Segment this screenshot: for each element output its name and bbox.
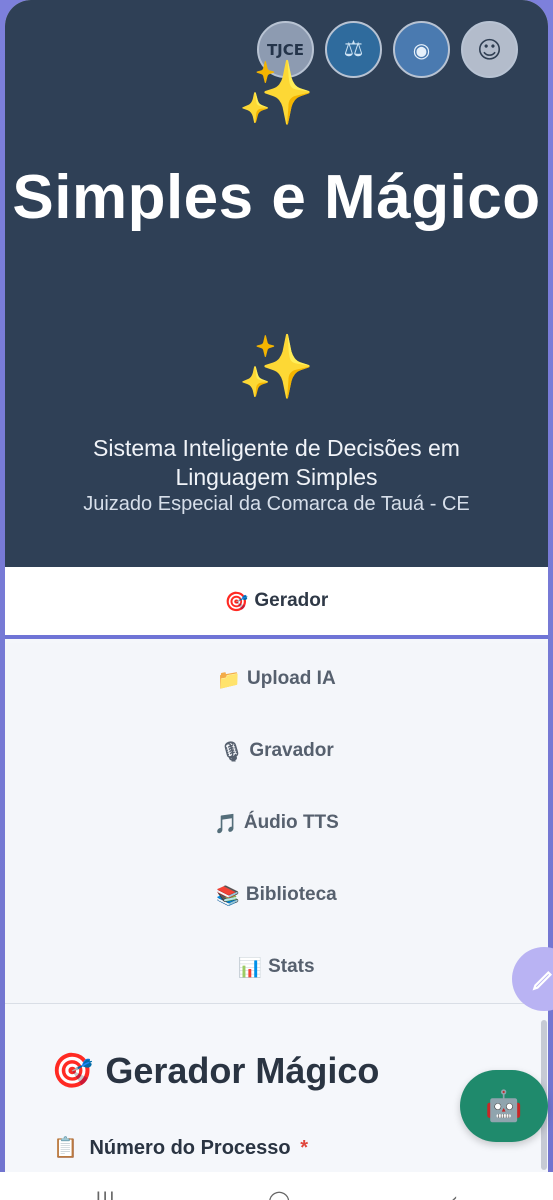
section-title-text: Gerador Mágico (105, 1050, 380, 1091)
field-label-text: Número do Processo (89, 1137, 291, 1159)
tab-biblioteca[interactable]: 📚 Biblioteca (5, 859, 548, 931)
tab-audio-tts[interactable]: 🎵 Áudio TTS (5, 787, 548, 859)
folder-icon: 📁 (217, 668, 241, 691)
recent-apps-button[interactable]: ||| (95, 1190, 115, 1200)
books-icon: 📚 (216, 884, 240, 907)
target-icon: 🎯 (224, 590, 249, 613)
robot-icon: 🤖 (485, 1088, 523, 1124)
home-button[interactable]: ◯ (268, 1190, 290, 1200)
tab-gravador[interactable]: 🎙 Gravador (5, 715, 548, 787)
tab-label: Gravador (249, 740, 334, 761)
tab-label: Gerador (254, 590, 329, 611)
tab-label: Biblioteca (245, 884, 337, 905)
tab-stats[interactable]: 📊 Stats (5, 931, 548, 1003)
tab-label: Stats (268, 956, 315, 977)
required-mark: * (300, 1137, 308, 1159)
accessibility-icon: ☺ (461, 21, 518, 78)
tab-upload-ia[interactable]: 📁 Upload IA (5, 643, 548, 715)
back-button[interactable]: ‹ (450, 1190, 458, 1200)
bar-chart-icon: 📊 (238, 956, 263, 979)
hero-header: TJCE ⚖ ◉ ☺ ✨ Simples e Mágico ✨ Sistema … (5, 0, 548, 567)
music-note-icon: 🎵 (214, 812, 238, 835)
pen-icon (532, 970, 553, 991)
target-icon: 🎯 (51, 1051, 94, 1091)
page-subtitle: Sistema Inteligente de Decisões em Lingu… (93, 435, 460, 490)
chatbot-button[interactable]: 🤖 (460, 1070, 548, 1142)
page-title: Simples e Mágico (12, 163, 541, 232)
microphone-icon: 🎙 (219, 740, 244, 763)
innovation-seal-icon: ◉ (393, 21, 450, 78)
app-card: TJCE ⚖ ◉ ☺ ✨ Simples e Mágico ✨ Sistema … (5, 0, 548, 1172)
process-number-label: 📋 Número do Processo * (53, 1135, 308, 1160)
system-nav-bar: ||| ◯ ‹ (0, 1172, 553, 1200)
section-title: 🎯 Gerador Mágico (51, 1050, 379, 1092)
justice-seal-icon: ⚖ (325, 21, 382, 78)
court-name: Juizado Especial da Comarca de Tauá - CE (83, 493, 470, 515)
tab-list: 📁 Upload IA 🎙 Gravador 🎵 Áudio TTS 📚 Bib… (5, 643, 548, 1004)
sparkles-icon: ✨ (237, 330, 316, 403)
clipboard-icon: 📋 (53, 1135, 78, 1159)
tab-label: Upload IA (247, 668, 336, 689)
sparkles-icon: ✨ (237, 56, 316, 129)
tab-gerador[interactable]: 🎯 Gerador (5, 567, 548, 639)
tab-label: Áudio TTS (243, 812, 339, 833)
